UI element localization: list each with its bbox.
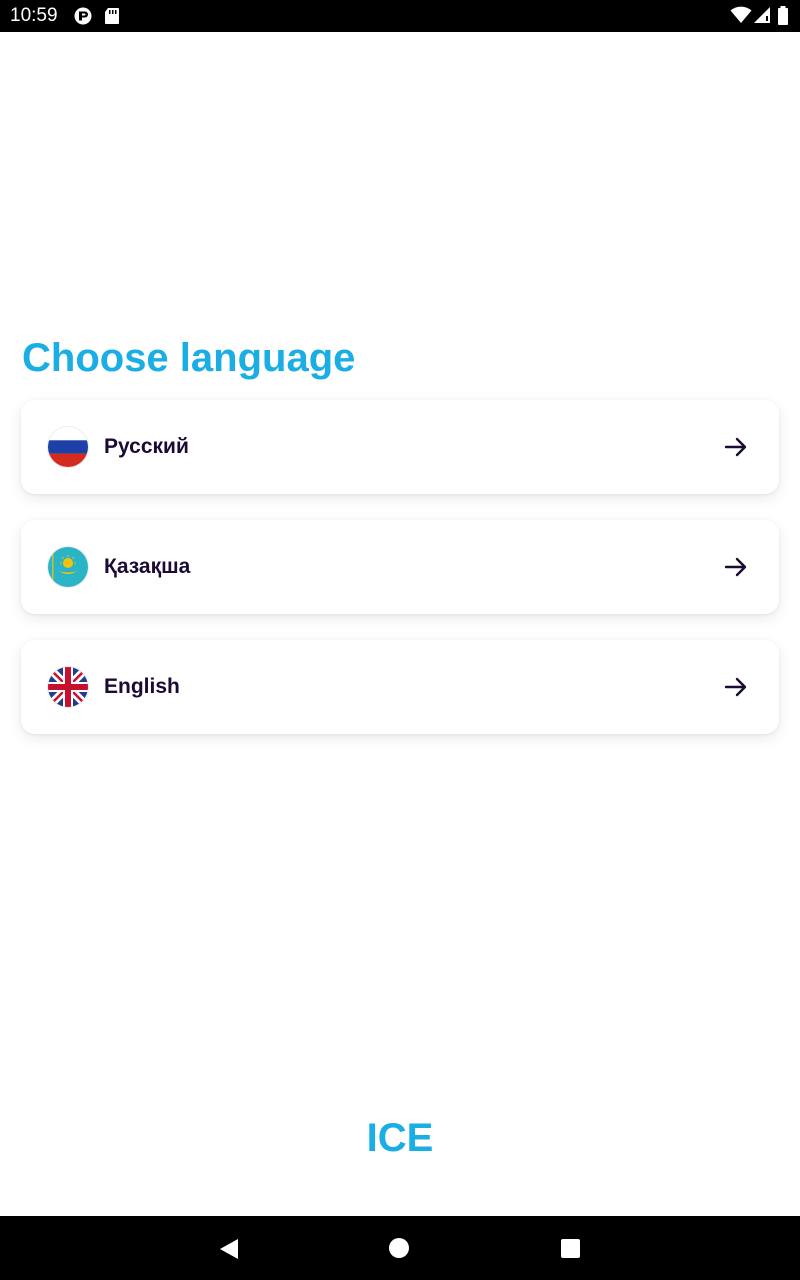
home-icon[interactable] — [388, 1237, 410, 1259]
battery-icon — [778, 6, 788, 25]
uk-flag-icon — [48, 667, 88, 707]
signal-icon — [754, 7, 770, 23]
language-label: Қазақша — [104, 555, 191, 578]
brand-logo-text: ICE — [366, 1116, 434, 1160]
language-label: English — [104, 675, 180, 698]
arrow-right-icon — [724, 557, 747, 577]
notification-p-icon — [74, 7, 92, 25]
arrow-right-icon — [724, 677, 747, 697]
page-title: Choose language — [22, 336, 356, 380]
language-option-kazakh[interactable]: Қазақша — [21, 520, 779, 614]
language-option-russian[interactable]: Русский — [21, 400, 779, 494]
sd-card-icon — [105, 8, 119, 24]
language-option-english[interactable]: English — [21, 640, 779, 734]
status-time: 10:59 — [10, 5, 58, 26]
recents-icon[interactable] — [560, 1238, 581, 1259]
russia-flag-icon — [48, 427, 88, 467]
arrow-right-icon — [724, 437, 747, 457]
navigation-bar — [0, 1216, 800, 1280]
status-bar: 10:59 — [0, 0, 800, 32]
kazakhstan-flag-icon — [48, 547, 88, 587]
language-label: Русский — [104, 435, 189, 458]
back-icon[interactable] — [218, 1237, 240, 1261]
wifi-icon — [730, 6, 752, 23]
